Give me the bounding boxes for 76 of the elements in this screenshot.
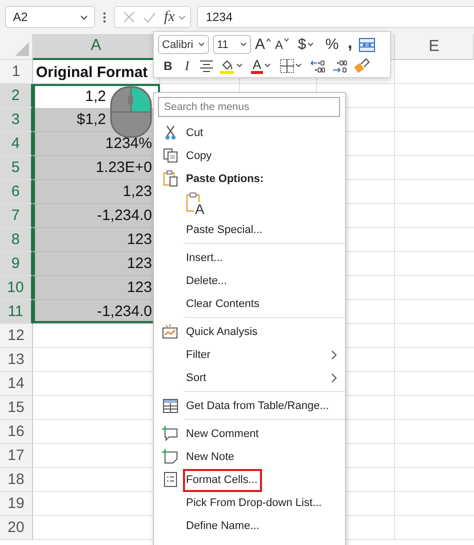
bold-button[interactable]: B <box>158 56 178 75</box>
row-header[interactable]: 18 <box>0 468 33 492</box>
note-icon <box>162 449 178 464</box>
borders-icon <box>280 58 294 72</box>
row-header[interactable]: 3 <box>0 108 33 132</box>
row-header[interactable]: 12 <box>0 324 33 348</box>
quick-analysis-icon <box>162 324 178 339</box>
caret-icon <box>264 63 272 68</box>
comma-style-button[interactable]: , <box>343 35 357 54</box>
menu-item[interactable]: Get Data from Table/Range... <box>154 394 345 417</box>
table-cell-text: Original Format <box>35 62 149 82</box>
row-header[interactable]: 2 <box>0 84 33 108</box>
caret-icon <box>295 63 302 68</box>
row-header[interactable]: 14 <box>0 372 33 396</box>
search-field[interactable]: Search the menus <box>158 97 340 117</box>
mouse-drawing <box>110 86 152 138</box>
wrap-text-button[interactable] <box>357 35 377 54</box>
caret-icon <box>236 63 243 68</box>
row-header[interactable]: 16 <box>0 420 33 444</box>
italic-button[interactable]: I <box>178 56 196 75</box>
currency-button[interactable]: $ <box>291 35 321 54</box>
check-icon[interactable] <box>143 12 156 22</box>
grow-font-button[interactable]: A <box>253 35 273 54</box>
row-header[interactable]: 6 <box>0 180 33 204</box>
align-center-icon <box>200 60 212 72</box>
row-header[interactable]: 8 <box>0 228 33 252</box>
menu-item[interactable]: Filter <box>154 343 345 366</box>
paint-bucket-icon <box>219 58 235 74</box>
wrap-text-icon <box>359 38 375 52</box>
row-header[interactable]: 19 <box>0 492 33 516</box>
table-icon <box>162 398 178 412</box>
row-header[interactable]: 13 <box>0 348 33 372</box>
caret-icon <box>240 42 247 47</box>
decrease-decimal-icon <box>332 58 346 72</box>
row-header[interactable]: 20 <box>0 516 33 540</box>
copy-icon <box>162 148 178 163</box>
row-header[interactable]: 17 <box>0 444 33 468</box>
menu-item[interactable]: Format Cells... <box>154 468 345 491</box>
caret-up-icon <box>266 38 271 42</box>
clipboard-icon <box>162 170 178 187</box>
row-header[interactable]: 4 <box>0 132 33 156</box>
font-color-button[interactable]: A <box>246 56 276 75</box>
caret-icon <box>198 42 205 47</box>
row-header[interactable]: 10 <box>0 276 33 300</box>
caret-icon <box>80 14 88 20</box>
font-dropdown[interactable]: Calibri <box>158 35 209 54</box>
caret-down-icon <box>284 38 289 42</box>
percent-button[interactable]: % <box>321 35 343 54</box>
name-box[interactable]: A2 <box>5 6 95 28</box>
format-cells-icon <box>164 472 176 487</box>
menu-item[interactable]: New Comment <box>154 422 345 445</box>
formula-field[interactable]: 1234 <box>196 6 474 28</box>
scissors-icon <box>164 125 176 140</box>
font-size-dropdown[interactable]: 11 <box>213 35 251 54</box>
row-header[interactable]: 7 <box>0 204 33 228</box>
row-header[interactable]: 1 <box>0 60 33 84</box>
menu-item[interactable]: New Note <box>154 445 345 468</box>
caret-icon <box>307 42 314 47</box>
increase-decimal-icon <box>310 58 324 72</box>
menu-item[interactable]: Sort <box>154 366 345 389</box>
more-icon[interactable] <box>103 12 106 22</box>
row-header[interactable]: 15 <box>0 396 33 420</box>
insert-function-button[interactable]: fx <box>164 8 186 26</box>
comment-icon <box>162 426 178 441</box>
chevron-right-icon <box>331 350 337 360</box>
column-header[interactable]: E <box>395 34 474 60</box>
shrink-font-button[interactable]: A <box>273 35 291 54</box>
row-header[interactable]: 9 <box>0 252 33 276</box>
row-header[interactable]: 5 <box>0 156 33 180</box>
row-header[interactable]: 11 <box>0 300 33 324</box>
paste-keep-text-button[interactable]: A <box>186 191 208 217</box>
paintbrush-icon <box>352 58 370 74</box>
menu-item[interactable]: Define Name... <box>154 514 345 537</box>
caret-icon <box>178 14 186 20</box>
chevron-right-icon <box>331 372 337 382</box>
menu-item[interactable]: Pick From Drop-down List... <box>154 491 345 514</box>
